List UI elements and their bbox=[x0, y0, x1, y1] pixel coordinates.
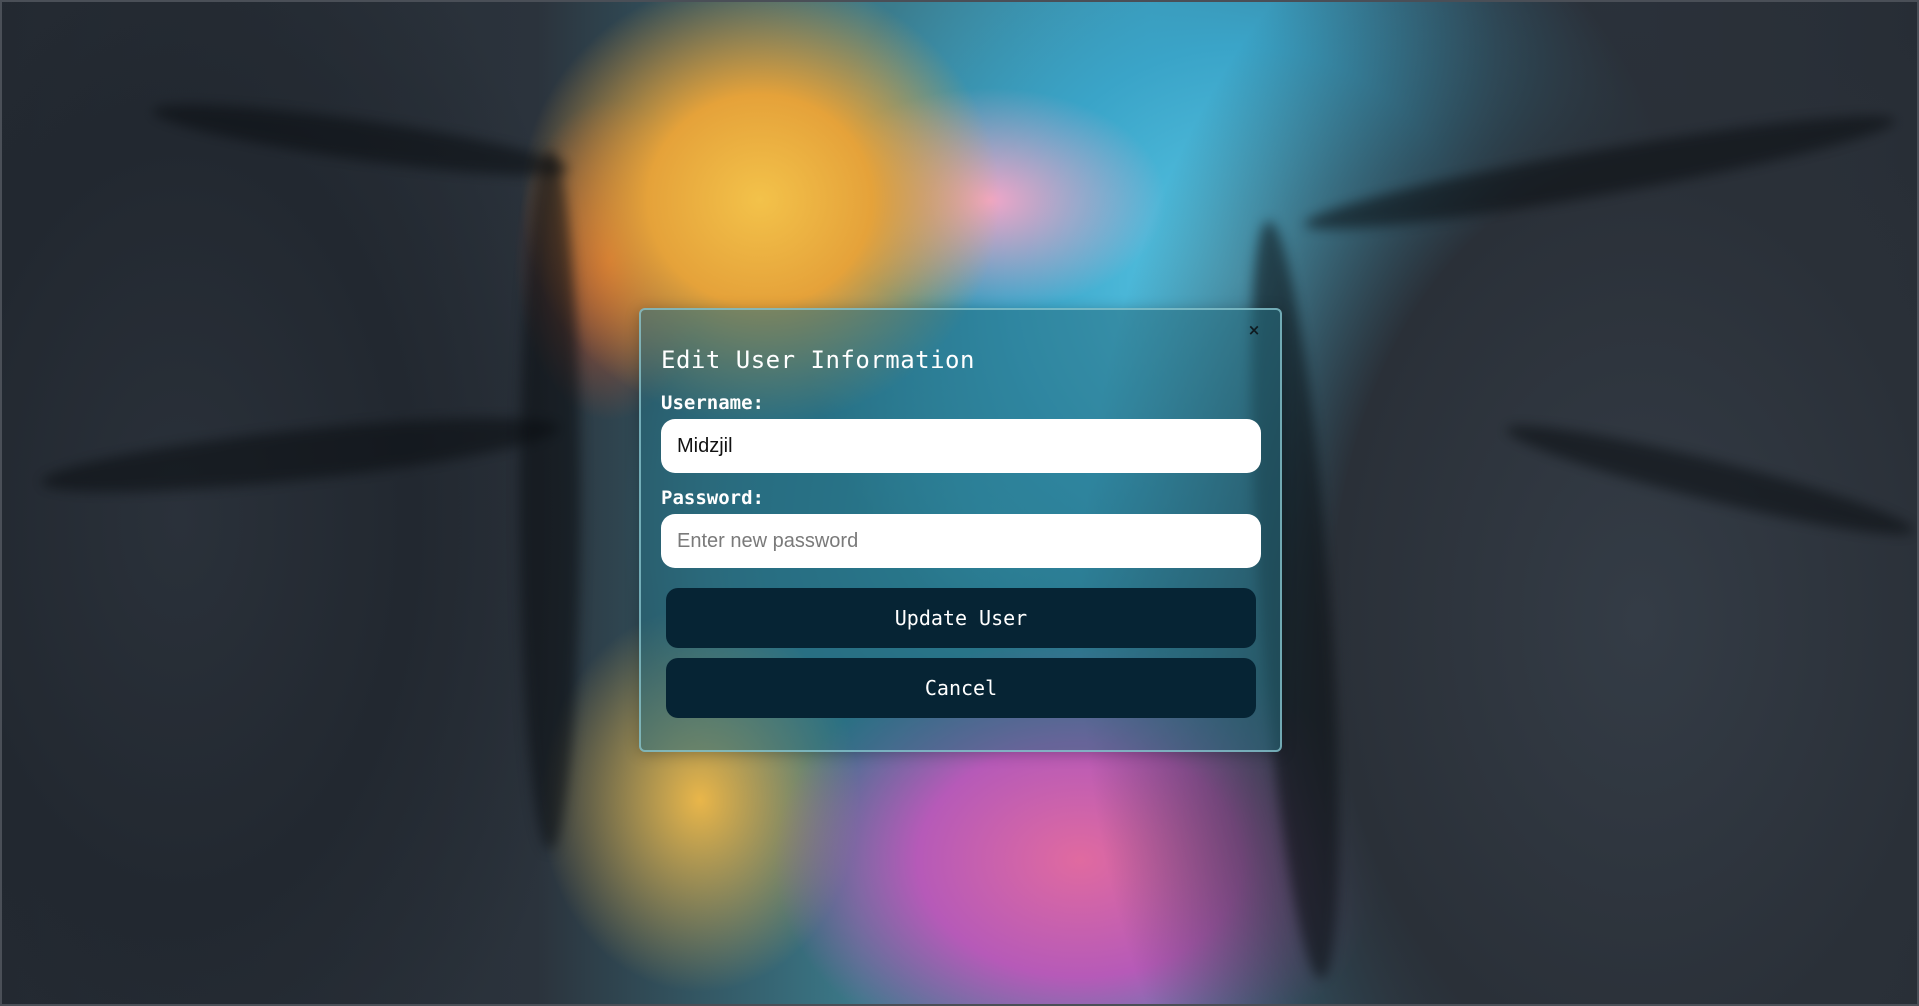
close-button[interactable]: × bbox=[1244, 320, 1264, 340]
username-input[interactable] bbox=[661, 419, 1261, 473]
username-label: Username: bbox=[661, 392, 764, 414]
asphalt-crack bbox=[38, 402, 562, 508]
close-icon[interactable]: × bbox=[1248, 321, 1261, 339]
password-input[interactable] bbox=[661, 514, 1261, 568]
asphalt-crack bbox=[1501, 409, 1919, 551]
password-label: Password: bbox=[661, 487, 764, 509]
modal-title: Edit User Information bbox=[661, 346, 975, 374]
asphalt-crack bbox=[520, 150, 580, 850]
update-user-button[interactable]: Update User bbox=[666, 588, 1256, 648]
asphalt-crack bbox=[149, 90, 571, 190]
cancel-button[interactable]: Cancel bbox=[666, 658, 1256, 718]
edit-user-modal: × Edit User Information Username: Passwo… bbox=[639, 308, 1282, 752]
asphalt-crack bbox=[1300, 98, 1900, 247]
